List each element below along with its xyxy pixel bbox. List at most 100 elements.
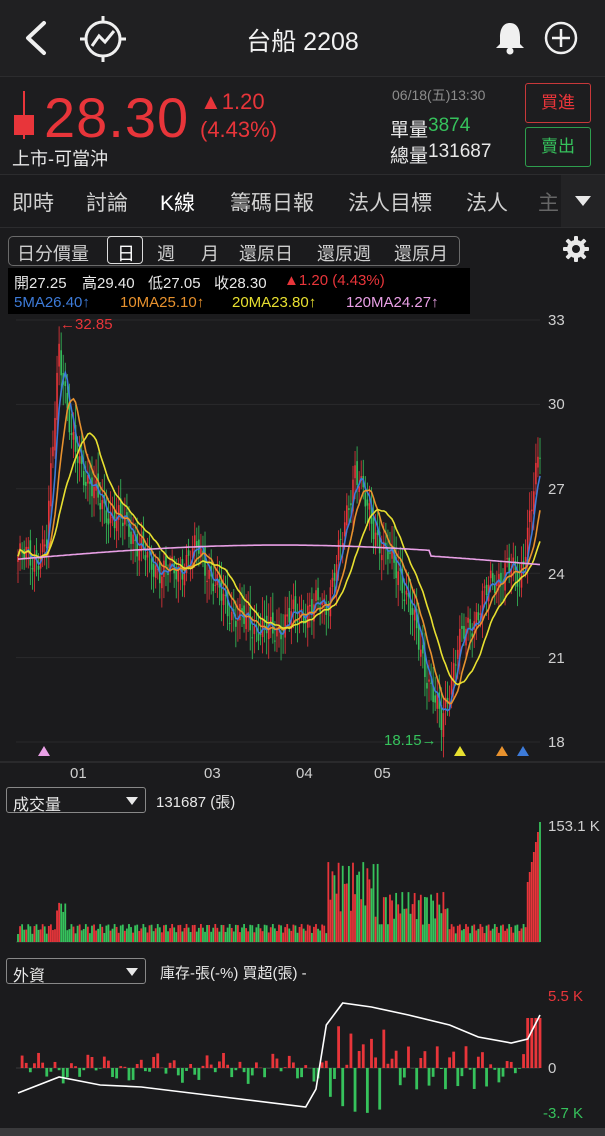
volume-selector[interactable]: 成交量 [6,787,146,814]
volume-bar [154,928,157,942]
volume-bar [356,874,358,942]
candle-body [146,551,149,558]
foreign-bar [131,1068,135,1080]
volume-bar [350,910,352,942]
candle-body [420,649,422,657]
volume-bar [436,892,439,942]
foreign-bar [164,1068,168,1074]
volume-bar [150,924,153,942]
foreign-bar [341,1068,345,1107]
foreign-bar [485,1068,488,1087]
y-tick-30: 30 [548,396,565,413]
tab-institution-target[interactable]: 法人目標 [348,187,432,217]
volume-bar [47,925,50,942]
period-adjusted-month[interactable]: 還原月 [394,240,448,266]
volume-bar [228,924,231,942]
period-month[interactable]: 月 [201,240,219,266]
candle-body [195,541,198,547]
volume-bar [528,872,531,942]
period-adjusted-day[interactable]: 還原日 [239,240,293,266]
foreign-bar [242,1068,246,1073]
volume-bar [121,924,124,942]
volume-bar [319,930,322,942]
candle-body [479,613,482,615]
candle-body [489,570,492,579]
buy-button[interactable]: 買進 [525,83,591,123]
volume-bar [109,930,112,942]
top-nav-bar: 台船 2208 [0,0,605,76]
kline-chart[interactable] [0,310,605,788]
tab-main[interactable]: 主 [538,187,559,217]
foreign-bar [234,1068,238,1071]
foreign-bar [394,1050,398,1068]
candle-body [530,509,533,512]
tab-more-button[interactable] [561,175,605,227]
foreign-bar [176,1068,180,1076]
foreign-bar [427,1068,431,1086]
volume-bar [183,928,186,942]
candle-body [512,557,515,562]
volume-bar [483,933,486,942]
add-circle-icon[interactable] [543,20,579,56]
volume-bar [417,900,420,942]
ohlc-info-panel: 開27.25 高29.40 低27.05 收28.30 ▲1.20 (4.43%… [8,268,470,314]
tab-chip-daily[interactable]: 籌碼日報 [230,187,314,217]
foreign-bar [148,1068,151,1072]
candle-body [122,522,124,527]
foreign-bar [300,1068,304,1078]
volume-bar [19,926,21,942]
period-adjusted-week[interactable]: 還原週 [317,240,371,266]
candle-body [535,462,537,485]
volume-bar [358,871,361,942]
gear-icon[interactable] [563,236,589,262]
candle-body [403,599,406,602]
volume-bar [72,926,75,942]
tab-discussion[interactable]: 討論 [86,187,128,217]
volume-bar [454,933,457,942]
volume-bar [506,928,509,942]
period-intraday-volume[interactable]: 日分價量 [17,240,89,266]
x-tick-01: 01 [70,765,87,782]
candle-body [97,473,99,498]
volume-bar [210,931,213,942]
foreign-bar [226,1064,230,1068]
volume-bar [368,879,371,942]
foreign-bar [481,1052,484,1068]
volume-bar [442,892,445,942]
candle-body [366,499,369,506]
foreign-bar [263,1068,267,1078]
volume-bar [41,924,44,942]
candle-body [333,572,336,581]
tab-kline[interactable]: K線 [160,187,195,217]
candle-body [348,508,350,510]
volume-bar [253,932,256,942]
volume-bar [343,883,346,942]
volume-bar [208,924,211,942]
foreign-selector[interactable]: 外資 [6,958,146,985]
candle-body [132,534,134,544]
foreign-bar [468,1068,472,1070]
foreign-bar [254,1062,258,1068]
volume-bar [539,822,541,942]
foreign-bar [509,1061,513,1068]
volume-bar [278,924,280,942]
foreign-bar [390,1058,394,1068]
volume-bar [335,893,338,942]
volume-bar [534,842,537,942]
tab-institution[interactable]: 法人 [466,187,508,217]
foreign-bar [152,1056,156,1068]
period-week[interactable]: 週 [157,240,175,266]
tab-realtime[interactable]: 即時 [12,187,54,217]
sell-button[interactable]: 賣出 [525,127,591,167]
period-day[interactable]: 日 [117,240,135,266]
foreign-bar [476,1056,480,1068]
foreign-bar [333,1068,336,1079]
candle-body [101,500,104,510]
candle-body [434,695,436,703]
candle-body [70,433,73,436]
volume-bar [477,928,480,942]
candle-body [37,565,40,570]
ma5-label: 5MA26.40↑ [14,294,90,311]
bell-icon[interactable] [492,20,528,56]
foreign-bar [361,1044,365,1068]
